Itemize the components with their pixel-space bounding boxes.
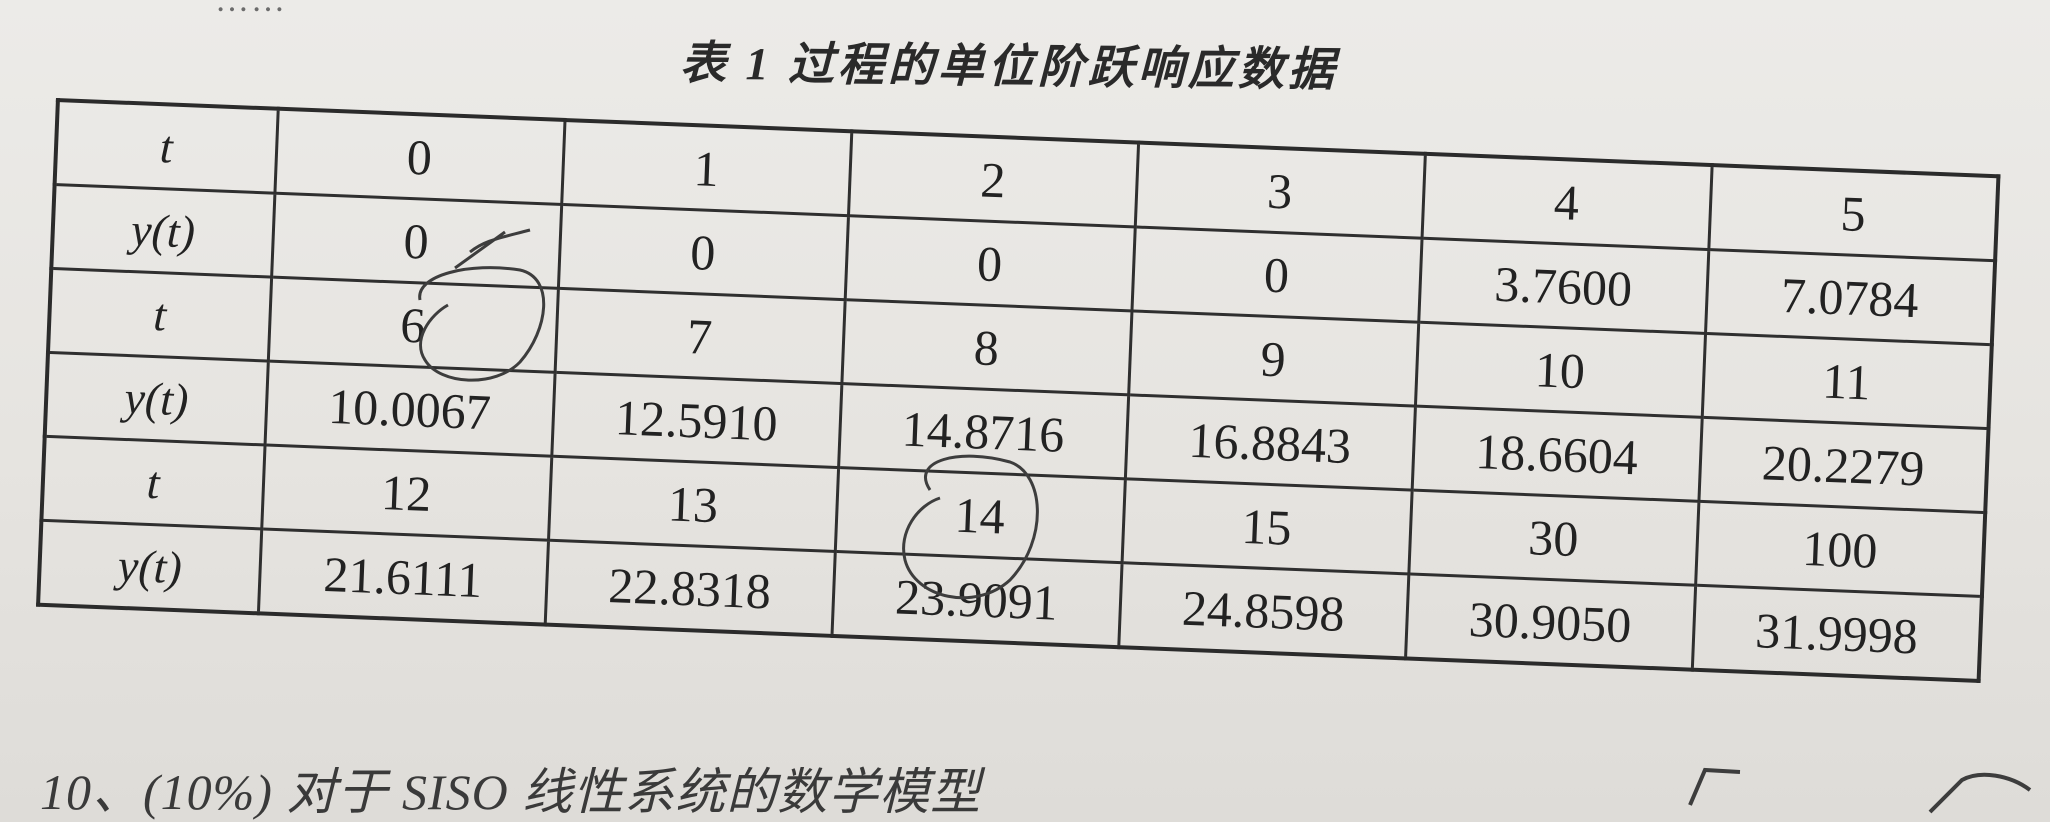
table-cell: 20.2279: [1698, 417, 1989, 513]
table-cell: 12.5910: [551, 372, 842, 468]
table-cell: 10: [1414, 322, 1706, 418]
table-cell: 0: [844, 215, 1135, 311]
table-cell: 5: [1708, 165, 1999, 261]
table-cell: 23.9091: [831, 551, 1122, 648]
row-label-yt: y(t): [38, 520, 262, 614]
table-cell: 7: [554, 288, 845, 384]
table-cell: 3: [1134, 142, 1425, 239]
step-response-table-wrapper: t 0 1 2 3 4 5 y(t) 0 0 0 0 3.7600 7.0784: [36, 98, 2001, 684]
table-cell: 9: [1128, 310, 1419, 407]
table-cell: 24.8598: [1118, 562, 1409, 659]
table-cell: 1: [561, 119, 852, 216]
table-cell: 31.9998: [1691, 585, 1982, 681]
row-label-t: t: [48, 268, 272, 362]
table-cell: 14.8716: [838, 383, 1129, 479]
table-cell: 100: [1695, 501, 1986, 597]
table-cell: 15: [1121, 478, 1412, 574]
table-cell: 6: [267, 277, 558, 373]
table-cell: 22.8318: [544, 540, 835, 636]
table-cell: 3.7600: [1418, 238, 1709, 334]
table-cell: 13: [548, 456, 839, 552]
row-label-t: t: [41, 436, 265, 529]
row-label-yt: y(t): [51, 184, 275, 278]
table-cell: 4: [1421, 153, 1712, 250]
table-cell: 0: [274, 108, 565, 205]
next-question-text: 10、(10%) 对于 SISO 线性系统的数学模型: [40, 764, 982, 820]
table-cell: 14: [834, 467, 1125, 563]
pen-scribble-corner: [1688, 767, 2032, 814]
row-label-yt: y(t): [44, 352, 268, 445]
table-cell: 0: [271, 193, 562, 289]
table-cell: 8: [841, 299, 1132, 395]
table-cell: 10.0067: [264, 361, 555, 457]
table-cell: 18.6604: [1411, 406, 1702, 502]
step-response-table: t 0 1 2 3 4 5 y(t) 0 0 0 0 3.7600 7.0784: [36, 98, 2001, 684]
table-cell: 2: [847, 131, 1139, 227]
table-cell: 0: [557, 204, 848, 300]
table-cell: 30.9050: [1405, 573, 1696, 670]
table-cell: 30: [1408, 490, 1699, 586]
table-caption: 表 1 过程的单位阶跃响应数据: [679, 37, 1339, 96]
table-cell: 21.6111: [257, 528, 549, 625]
table-cell: 0: [1131, 226, 1422, 323]
document-page: …… 表 1 过程的单位阶跃响应数据 t 0 1 2 3 4 5 y(t) 0: [0, 0, 2050, 822]
table-cell: 7.0784: [1705, 249, 1996, 345]
table-cell: 11: [1701, 333, 1992, 429]
table-cell: 16.8843: [1124, 394, 1415, 491]
row-label-t: t: [54, 100, 278, 194]
previous-text-fragment: ……: [215, 0, 287, 19]
table-cell: 12: [261, 444, 552, 541]
